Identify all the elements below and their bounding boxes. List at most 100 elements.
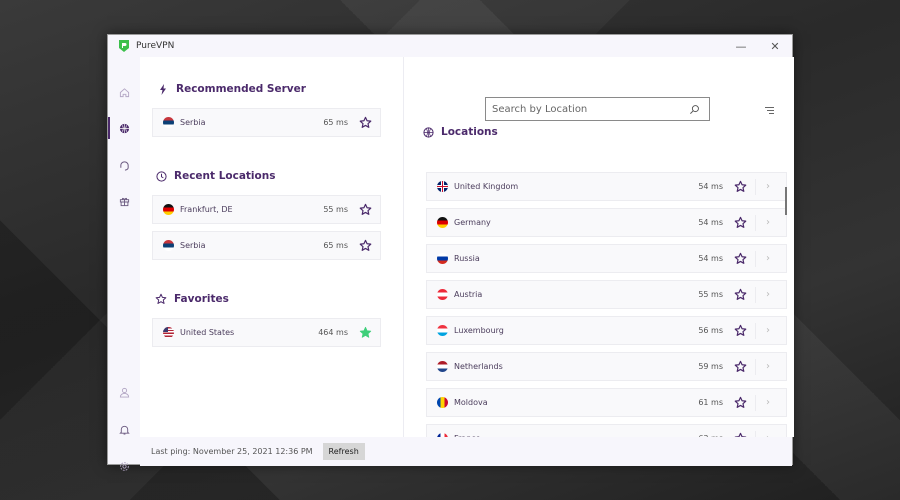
location-row[interactable]: Germany 54 ms › xyxy=(426,208,787,237)
chevron-right-icon[interactable]: › xyxy=(766,361,776,372)
gear-icon xyxy=(119,461,129,471)
location-ping: 61 ms xyxy=(698,398,723,407)
recent-locations-title: Recent Locations xyxy=(174,170,276,182)
location-ping: 55 ms xyxy=(698,290,723,299)
sort-filter-icon[interactable] xyxy=(762,104,774,116)
favorite-star-outline-icon[interactable] xyxy=(733,180,747,194)
location-ping: 65 ms xyxy=(323,241,348,250)
sidebar-item-locations[interactable] xyxy=(108,117,140,139)
server-ping: 65 ms xyxy=(323,118,348,127)
serbia-flag-icon xyxy=(163,240,174,251)
location-ping: 464 ms xyxy=(318,328,348,337)
location-ping: 55 ms xyxy=(323,205,348,214)
usa-flag-icon xyxy=(163,327,174,338)
row-separator xyxy=(755,286,756,303)
location-name: Russia xyxy=(454,254,480,263)
user-icon xyxy=(119,387,129,398)
location-row[interactable]: Moldova 61 ms › xyxy=(426,388,787,417)
minimize-button[interactable]: — xyxy=(724,35,758,57)
refresh-button[interactable]: Refresh xyxy=(322,443,365,460)
location-name: Germany xyxy=(454,218,491,227)
locations-scrollbar[interactable] xyxy=(785,187,787,215)
footer: Last ping: November 25, 2021 12:36 PM Re… xyxy=(140,437,792,466)
location-ping: 54 ms xyxy=(698,182,723,191)
row-separator xyxy=(755,214,756,231)
lightning-icon xyxy=(157,83,169,95)
chevron-right-icon[interactable]: › xyxy=(766,397,776,408)
recommended-server-title: Recommended Server xyxy=(176,83,306,95)
favorites-title: Favorites xyxy=(174,293,229,305)
favorite-star-outline-icon[interactable] xyxy=(358,203,372,217)
title-bar: PureVPN — ✕ xyxy=(108,35,792,57)
sidebar-item-account[interactable] xyxy=(108,381,140,403)
favorites-heading: Favorites xyxy=(155,293,229,305)
recommended-server-card[interactable]: Serbia 65 ms xyxy=(152,108,381,137)
location-name: United Kingdom xyxy=(454,182,519,191)
sidebar-item-notifications[interactable] xyxy=(108,418,140,440)
favorite-location-card[interactable]: United States 464 ms xyxy=(152,318,381,347)
globe-icon xyxy=(119,123,129,133)
serbia-flag-icon xyxy=(163,117,174,128)
recent-location-card[interactable]: Serbia 65 ms xyxy=(152,231,381,260)
location-row[interactable]: Russia 54 ms › xyxy=(426,244,787,273)
search-input[interactable] xyxy=(492,103,689,115)
location-row[interactable]: Austria 55 ms › xyxy=(426,280,787,309)
chevron-right-icon[interactable]: › xyxy=(766,289,776,300)
recent-locations-heading: Recent Locations xyxy=(155,170,275,182)
favorite-star-outline-icon[interactable] xyxy=(733,360,747,374)
favorite-star-filled-icon[interactable] xyxy=(358,326,372,340)
location-name: Austria xyxy=(454,290,483,299)
sidebar-item-support[interactable] xyxy=(108,154,140,176)
row-separator xyxy=(755,358,756,375)
moldova-flag-icon xyxy=(437,397,448,408)
favorite-star-outline-icon[interactable] xyxy=(733,252,747,266)
last-ping-text: Last ping: November 25, 2021 12:36 PM xyxy=(151,447,313,456)
chevron-right-icon[interactable]: › xyxy=(766,253,776,264)
globe-icon xyxy=(422,126,434,138)
favorite-star-outline-icon[interactable] xyxy=(733,288,747,302)
row-separator xyxy=(755,178,756,195)
headset-icon xyxy=(119,160,129,171)
location-name: Moldova xyxy=(454,398,488,407)
location-name: Netherlands xyxy=(454,362,503,371)
right-panel: Locations United Kingdom 54 ms › Germany 54 … xyxy=(404,57,794,453)
gift-icon xyxy=(119,197,129,206)
app-window: PureVPN — ✕ Recommended Server Serbia 65… xyxy=(107,34,794,471)
location-row[interactable]: Luxembourg 56 ms › xyxy=(426,316,787,345)
germany-flag-icon xyxy=(437,217,448,228)
location-row[interactable]: Netherlands 59 ms › xyxy=(426,352,787,381)
search-icon[interactable] xyxy=(689,104,703,115)
chevron-right-icon[interactable]: › xyxy=(766,181,776,192)
search-box[interactable] xyxy=(485,97,710,121)
app-title: PureVPN xyxy=(136,41,175,51)
location-ping: 59 ms xyxy=(698,362,723,371)
locations-title: Locations xyxy=(441,126,498,138)
chevron-right-icon[interactable]: › xyxy=(766,217,776,228)
row-separator xyxy=(755,322,756,339)
favorite-star-outline-icon[interactable] xyxy=(358,239,372,253)
favorite-star-outline-icon[interactable] xyxy=(733,396,747,410)
sidebar-item-settings[interactable] xyxy=(108,455,140,477)
chevron-right-icon[interactable]: › xyxy=(766,325,776,336)
location-name: Serbia xyxy=(180,241,206,250)
favorite-star-outline-icon[interactable] xyxy=(733,324,747,338)
location-ping: 54 ms xyxy=(698,218,723,227)
home-icon xyxy=(119,87,129,97)
favorite-star-outline-icon[interactable] xyxy=(733,216,747,230)
clock-icon xyxy=(155,170,167,182)
purevpn-logo-icon xyxy=(118,39,130,53)
close-button[interactable]: ✕ xyxy=(758,35,792,57)
location-ping: 56 ms xyxy=(698,326,723,335)
row-separator xyxy=(755,394,756,411)
location-name: Luxembourg xyxy=(454,326,504,335)
sidebar-item-home[interactable] xyxy=(108,81,140,103)
austria-flag-icon xyxy=(437,289,448,300)
recent-location-card[interactable]: Frankfurt, DE 55 ms xyxy=(152,195,381,224)
favorite-star-outline-icon[interactable] xyxy=(358,116,372,130)
location-name: Frankfurt, DE xyxy=(180,205,233,214)
sidebar-item-rewards[interactable] xyxy=(108,190,140,212)
location-row[interactable]: United Kingdom 54 ms › xyxy=(426,172,787,201)
recommended-server-heading: Recommended Server xyxy=(157,83,306,95)
location-ping: 54 ms xyxy=(698,254,723,263)
russia-flag-icon xyxy=(437,253,448,264)
